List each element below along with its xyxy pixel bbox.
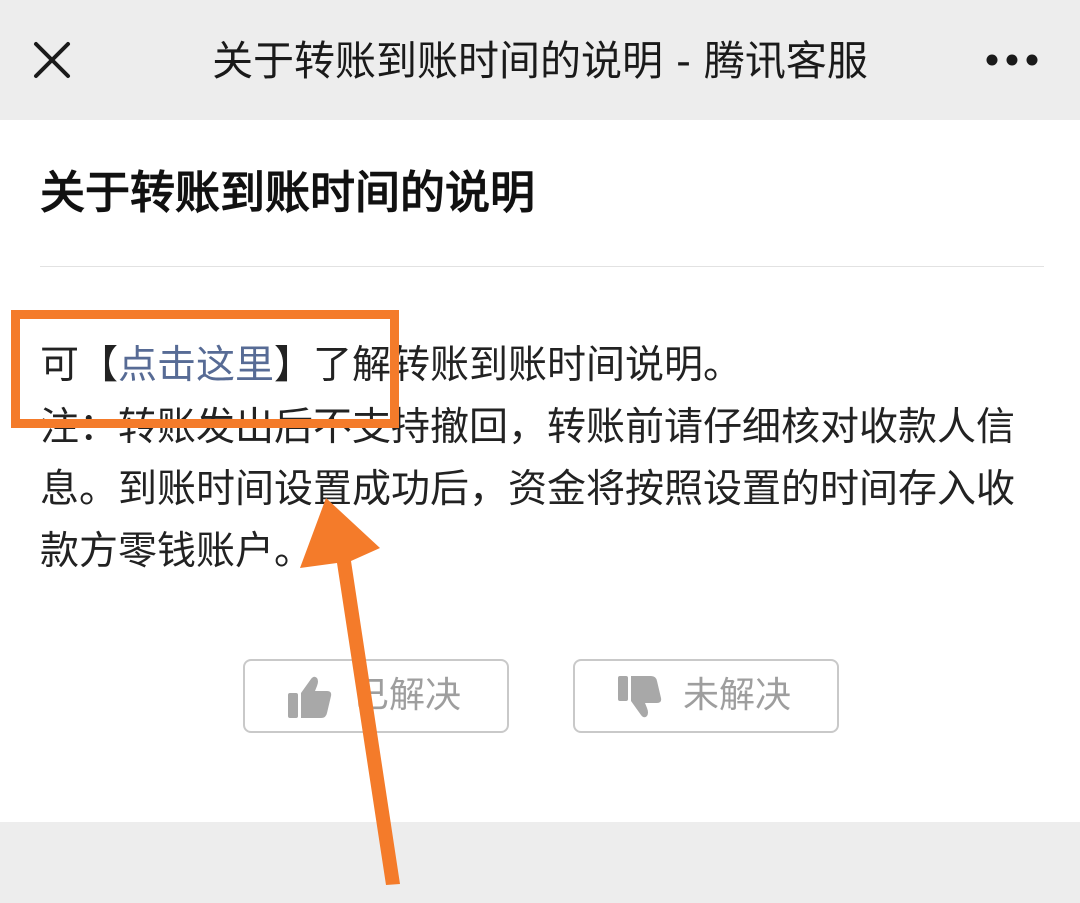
article-body: 可【点击这里】了解转账到账时间说明。 注：转账发出后不支持撤回，转账前请仔细核对… (40, 335, 1044, 583)
title-divider (40, 266, 1044, 267)
thumbs-up-icon (285, 673, 333, 721)
article-note: 注：转账发出后不支持撤回，转账前请仔细核对收款人信息。到账时间设置成功后，资金将… (40, 405, 1016, 574)
line1-prefix: 可【 (40, 343, 119, 388)
thumbs-down-icon (615, 673, 663, 721)
close-button[interactable] (26, 34, 78, 86)
click-here-link[interactable]: 点击这里 (118, 343, 274, 388)
line1-suffix: 】了解转账到账时间说明。 (274, 343, 743, 388)
article-title: 关于转账到账时间的说明 (40, 166, 536, 219)
page: 关于转账到账时间的说明 - 腾讯客服 关于转账到账时间的说明 可【点击这里】了解… (0, 0, 1080, 903)
unsolved-button[interactable]: 未解决 (573, 659, 839, 733)
article-line-1: 可【点击这里】了解转账到账时间说明。 (40, 335, 1044, 397)
more-dots-icon (984, 54, 1040, 78)
close-icon (26, 34, 78, 86)
unsolved-label: 未解决 (683, 675, 792, 716)
solved-button[interactable]: 已解决 (243, 659, 509, 733)
solved-label: 已解决 (353, 675, 462, 716)
bottom-band (0, 822, 1080, 903)
top-nav-bar: 关于转账到账时间的说明 - 腾讯客服 (0, 0, 1080, 120)
page-title: 关于转账到账时间的说明 - 腾讯客服 (212, 37, 868, 85)
more-button[interactable] (984, 46, 1040, 74)
